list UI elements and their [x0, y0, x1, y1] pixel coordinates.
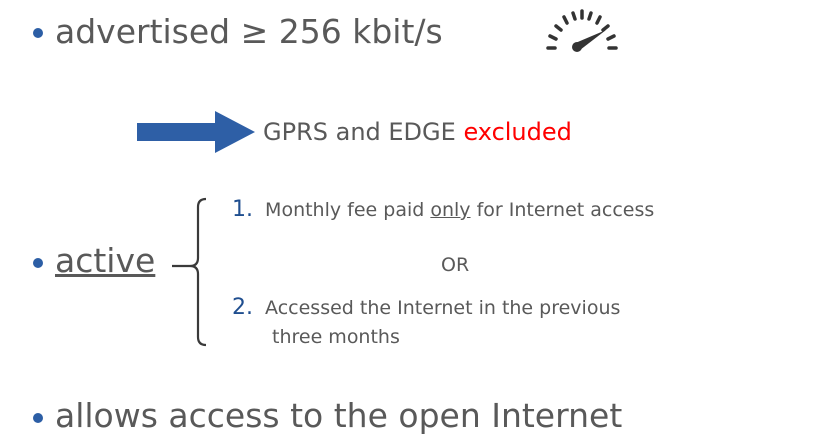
item-advertised-speed: advertised ≥ 256 kbit/s: [55, 12, 443, 51]
arrow-body: [137, 123, 219, 141]
speedometer-icon: [546, 9, 618, 52]
arrow-head: [215, 111, 255, 153]
option-2-line-1: Accessed the Internet in the previous: [265, 297, 621, 319]
option-2-line-2: three months: [272, 326, 400, 348]
or-label: OR: [441, 254, 470, 276]
bullet-1: [33, 28, 43, 38]
option-1-number: 1.: [232, 197, 253, 222]
arrow-note: GPRS and EDGE excluded: [263, 117, 572, 147]
option-1-text-pre: Monthly fee paid: [265, 199, 431, 221]
bullet-3: [33, 413, 43, 423]
option-1-text-post: for Internet access: [470, 199, 655, 221]
bullet-2: [33, 258, 43, 268]
option-1-text-underlined: only: [430, 199, 471, 221]
item-active-label: active: [55, 241, 156, 280]
item-open-internet: allows access to the open Internet: [55, 396, 623, 435]
arrow-note-highlight: excluded: [463, 118, 572, 146]
curly-brace: [172, 197, 207, 347]
option-1: 1. Monthly fee paid only for Internet ac…: [232, 198, 654, 222]
arrow-note-prefix: GPRS and EDGE: [263, 118, 456, 146]
option-2-number: 2.: [232, 295, 253, 320]
option-2: 2. Accessed the Internet in the previous: [232, 296, 620, 320]
